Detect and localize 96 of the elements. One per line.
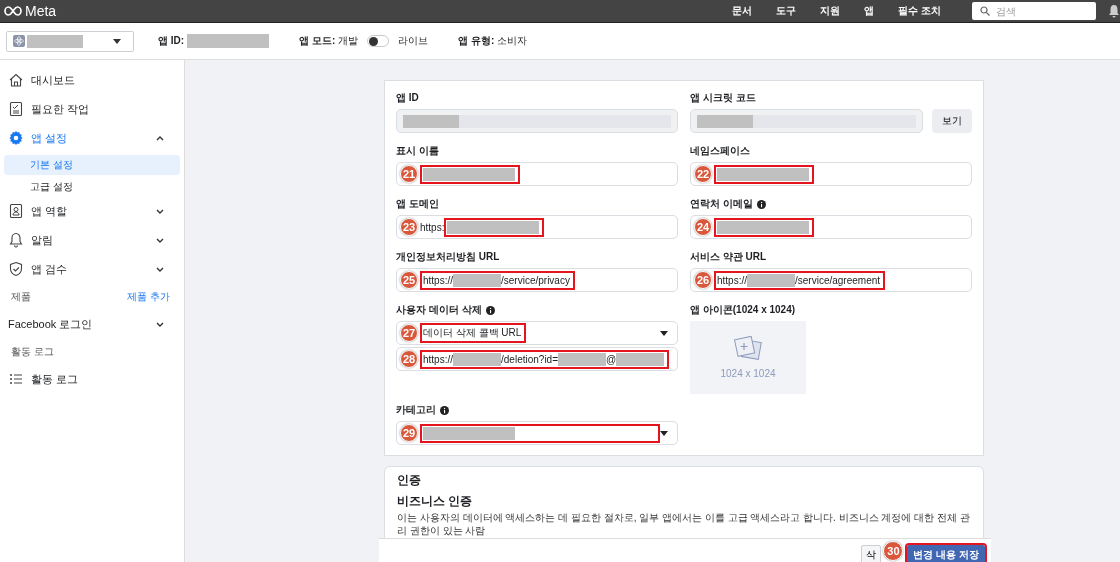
list-icon [8, 371, 24, 387]
home-icon [8, 72, 24, 88]
field-label: 카테고리 [396, 403, 436, 417]
bell-icon [1108, 4, 1120, 18]
delete-button[interactable]: 삭 [861, 545, 882, 562]
nav-link[interactable]: 지원 [807, 4, 852, 18]
input-field[interactable]: 25 https:// /service/privacy [396, 268, 678, 292]
app-mode-label: 앱 모드: [299, 34, 336, 48]
mode-toggle[interactable] [367, 35, 390, 47]
person-card-icon [8, 203, 24, 219]
field-label: 표시 이름 [396, 144, 439, 158]
field-label: 사용자 데이터 삭제 [396, 303, 482, 317]
nav-link[interactable]: 앱 [851, 4, 886, 18]
caret-icon [660, 330, 668, 336]
step-badge: 27 [400, 324, 418, 342]
step-badge: 28 [400, 350, 418, 368]
section-label: 제품 [11, 290, 31, 304]
sidebar-item[interactable]: 앱 역할 [4, 199, 180, 223]
sidebar-item[interactable]: Facebook 로그인 [4, 312, 180, 336]
nav-link[interactable]: 문서 [719, 4, 764, 18]
field-value: @ [606, 353, 617, 365]
field-value: https:// [423, 274, 453, 286]
sidebar-item[interactable]: 앱 설정 [4, 126, 180, 150]
description-text: 이는 사용자의 데이터에 액세스하는 데 필요한 절차로, 일부 앱에서는 이를 고급 액세스라고 합니다. 비즈니스 계정에 대한 전체 관리 권한이 있는 사람 [397, 511, 971, 537]
dropdown[interactable]: 29 [396, 421, 678, 445]
field-label: 앱 시크릿 코드 [690, 91, 756, 105]
field-label: 앱 아이콘(1024 x 1024) [690, 303, 796, 317]
sidebar-item[interactable]: 활동 로그 [4, 367, 180, 391]
field-label: 앱 도메인 [396, 197, 439, 211]
image-placeholder-icon [734, 336, 762, 362]
app-type-value: 소비자 [497, 34, 528, 48]
search-field[interactable]: 검색 [972, 2, 1096, 20]
input-field[interactable]: 24 [690, 215, 972, 239]
nav-link[interactable]: 필수 조치 [885, 4, 952, 18]
redaction [616, 352, 665, 366]
redaction [453, 352, 501, 366]
sidebar-item[interactable]: 대시보드 [4, 68, 180, 92]
section-label: 활동 로그 [11, 345, 54, 359]
field-value: 데이터 삭제 콜백 URL [423, 326, 522, 340]
field-value: https:// [423, 353, 453, 365]
atom-icon [13, 35, 25, 47]
redaction [558, 352, 606, 366]
settings-icon [8, 130, 24, 146]
field-label: 앱 ID [396, 91, 419, 105]
app-id-label: 앱 ID: [158, 34, 185, 48]
field-value: /service/privacy [501, 274, 570, 286]
field-value: /service/agreement [795, 274, 881, 286]
logo-text: Meta [25, 3, 57, 19]
checklist-icon [8, 101, 24, 117]
mode-value: 라이브 [398, 34, 429, 48]
field-label: 네임스페이스 [690, 144, 750, 158]
bell-icon [8, 232, 24, 248]
mode-value: 개발 [338, 34, 359, 48]
input-field[interactable]: 22 [690, 162, 972, 186]
section-title: 인증 [397, 472, 422, 489]
input-field[interactable]: 21 [396, 162, 678, 186]
show-button[interactable]: 보기 [932, 109, 972, 133]
sidebar-subitem[interactable]: 고급 설정 [4, 177, 180, 197]
field-value: /deletion?id= [501, 353, 558, 365]
step-badge: 23 [400, 218, 418, 236]
field-label: 서비스 약관 URL [690, 250, 767, 264]
redaction [697, 114, 753, 128]
input-field[interactable]: 23 https: [396, 215, 678, 239]
add-product-link[interactable]: 제품 추가 [127, 290, 170, 304]
sidebar-item[interactable]: 알림 [4, 228, 180, 252]
step-badge: 21 [400, 165, 418, 183]
field-value: https: [420, 221, 445, 233]
icon-size-caption: 1024 x 1024 [720, 368, 776, 379]
redaction [27, 34, 83, 48]
section-subtitle: 비즈니스 인증 [397, 493, 474, 510]
sidebar-subitem[interactable]: 기본 설정 [4, 155, 180, 175]
redaction [747, 273, 795, 287]
shield-check-icon [8, 261, 24, 277]
field-value: https:// [717, 274, 747, 286]
redaction [403, 114, 459, 128]
field-label: 개인정보처리방침 URL [396, 250, 500, 264]
step-badge: 22 [694, 165, 712, 183]
sidebar-item[interactable]: 필요한 작업 [4, 97, 180, 121]
app-selector[interactable] [6, 30, 134, 52]
step-badge: 25 [400, 271, 418, 289]
sidebar-item[interactable]: 앱 검수 [4, 257, 180, 281]
field-label: 연락처 이메일 [690, 197, 753, 211]
nav-link[interactable]: 도구 [763, 4, 808, 18]
app-type-label: 앱 유형: [458, 34, 495, 48]
input-field[interactable]: 26 https:// /service/agreement [690, 268, 972, 292]
caret-icon [113, 38, 121, 44]
dropdown[interactable]: 27 데이터 삭제 콜백 URL [396, 321, 678, 345]
step-badge: 29 [400, 424, 418, 442]
infinity-icon [4, 6, 22, 16]
step-badge: 26 [694, 271, 712, 289]
save-button[interactable]: 변경 내용 저장 [907, 545, 985, 562]
step-badge: 24 [694, 218, 712, 236]
caret-icon [660, 430, 668, 436]
step-badge: 30 [883, 541, 904, 561]
input-field[interactable]: 28 https:// /deletion?id= @ [396, 347, 678, 371]
redaction [453, 273, 501, 287]
